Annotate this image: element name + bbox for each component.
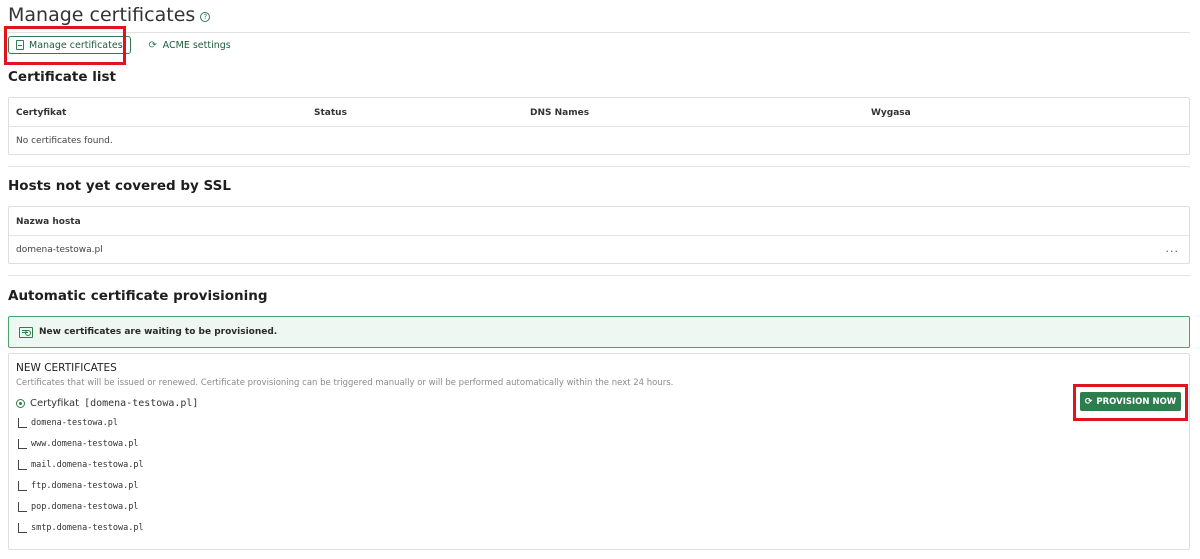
domain-item: ftp.domena-testowa.pl: [18, 481, 138, 491]
column-header-nazwa-hosta[interactable]: Nazwa hosta: [16, 217, 81, 227]
domain-item: mail.domena-testowa.pl: [18, 460, 144, 470]
tab-label: Manage certificates: [29, 39, 123, 51]
provision-now-button[interactable]: ⟳ PROVISION NOW: [1080, 392, 1181, 411]
tab-manage-certificates[interactable]: Manage certificates: [8, 36, 131, 54]
host-name: domena-testowa.pl: [16, 245, 103, 255]
domain-name: smtp.domena-testowa.pl: [31, 523, 144, 533]
tab-acme-settings[interactable]: ⟳ ACME settings: [141, 36, 238, 54]
table-row: domena-testowa.pl ···: [9, 236, 1189, 263]
domain-item: smtp.domena-testowa.pl: [18, 523, 144, 533]
page-title-text: Manage certificates: [8, 4, 196, 26]
domain-name: mail.domena-testowa.pl: [31, 460, 144, 470]
document-icon: [16, 40, 24, 50]
column-header-certyfikat[interactable]: Certyfikat: [16, 108, 66, 118]
column-header-dns-names[interactable]: DNS Names: [530, 108, 589, 118]
certificate-table: Certyfikat Status DNS Names Wygasa No ce…: [8, 97, 1190, 155]
table-row-empty: No certificates found.: [9, 127, 1189, 154]
section-title-hosts: Hosts not yet covered by SSL: [8, 178, 231, 194]
section-divider: [8, 275, 1190, 276]
section-title-provisioning: Automatic certificate provisioning: [8, 288, 268, 304]
domain-name: domena-testowa.pl: [31, 418, 118, 428]
refresh-icon: ⟳: [148, 39, 157, 51]
tree-branch-icon: [18, 439, 27, 449]
domain-name: www.domena-testowa.pl: [31, 439, 139, 449]
tree-branch-icon: [18, 481, 27, 491]
tree-branch-icon: [18, 418, 27, 428]
certificate-name: [domena-testowa.pl]: [84, 398, 199, 409]
certificate-icon: [19, 326, 33, 338]
radio-selected-icon[interactable]: [16, 399, 25, 408]
hosts-table: Nazwa hosta domena-testowa.pl ···: [8, 206, 1190, 264]
domain-name: pop.domena-testowa.pl: [31, 502, 139, 512]
title-divider: [8, 32, 1190, 33]
column-header-status[interactable]: Status: [314, 108, 347, 118]
alert-text: New certificates are waiting to be provi…: [39, 327, 278, 337]
help-icon[interactable]: ?: [200, 12, 211, 22]
tree-branch-icon: [18, 460, 27, 470]
certificate-label: Certyfikat: [30, 398, 80, 409]
table-header: Nazwa hosta: [9, 207, 1189, 236]
table-header: Certyfikat Status DNS Names Wygasa: [9, 98, 1189, 127]
domain-item: pop.domena-testowa.pl: [18, 502, 138, 512]
refresh-icon: ⟳: [1084, 396, 1093, 407]
provision-now-label: PROVISION NOW: [1096, 396, 1177, 407]
panel-description: Certificates that will be issued or rene…: [16, 378, 674, 388]
domain-name: ftp.domena-testowa.pl: [31, 481, 139, 491]
tree-branch-icon: [18, 502, 27, 512]
domain-item: domena-testowa.pl: [18, 418, 118, 428]
certificate-entry: Certyfikat [domena-testowa.pl]: [16, 398, 198, 409]
section-title-certificate-list: Certificate list: [8, 69, 116, 85]
page-title: Manage certificates ?: [8, 4, 211, 26]
provisioning-alert: New certificates are waiting to be provi…: [8, 316, 1190, 348]
column-header-wygasa[interactable]: Wygasa: [871, 108, 911, 118]
domain-item: www.domena-testowa.pl: [18, 439, 138, 449]
tab-label: ACME settings: [162, 39, 231, 51]
panel-heading: NEW CERTIFICATES: [16, 362, 117, 374]
tree-branch-icon: [18, 523, 27, 533]
section-divider: [8, 166, 1190, 167]
new-certificates-panel: NEW CERTIFICATES Certificates that will …: [8, 353, 1190, 550]
row-actions-menu-icon[interactable]: ···: [1166, 245, 1180, 258]
empty-message: No certificates found.: [16, 136, 113, 146]
nav-tabs: Manage certificates ⟳ ACME settings: [8, 36, 238, 54]
